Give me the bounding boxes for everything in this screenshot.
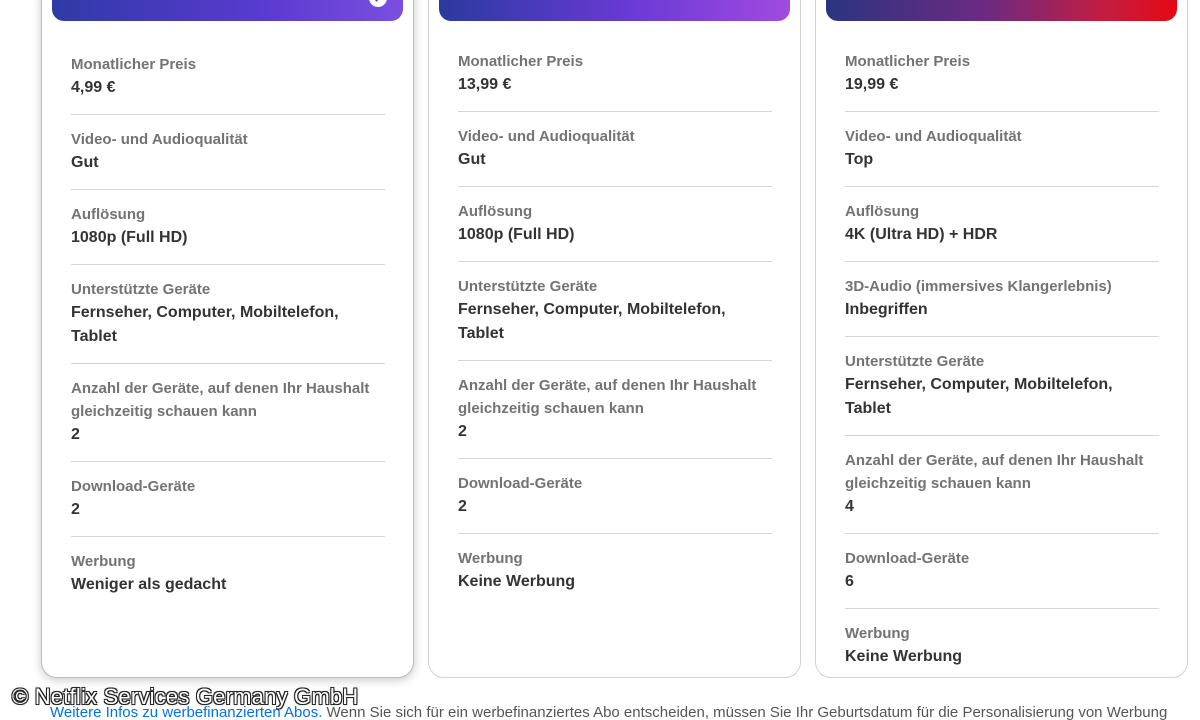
feature-value: 4,99 €: [71, 76, 385, 100]
feature-label: Monatlicher Preis: [845, 50, 1159, 73]
feature-download-devices: Download-Geräte 2: [458, 459, 772, 534]
plan-card-basic-with-ads[interactable]: Monatlicher Preis 4,99 € Video- und Audi…: [41, 0, 414, 678]
feature-label: Download-Geräte: [458, 472, 772, 495]
feature-value: 2: [458, 420, 772, 444]
ad-plan-disclaimer-text: Wenn Sie sich für ein werbefinanziertes …: [322, 704, 1167, 720]
feature-value: Fernseher, Computer, Mobiltelefon, Table…: [458, 298, 772, 346]
plan-card-header: [52, 0, 403, 21]
feature-label: Anzahl der Geräte, auf denen Ihr Haushal…: [458, 374, 772, 420]
feature-value: Fernseher, Computer, Mobiltelefon, Table…: [845, 373, 1159, 421]
feature-quality: Video- und Audioqualität Gut: [458, 112, 772, 187]
plan-features: Monatlicher Preis 19,99 € Video- und Aud…: [845, 50, 1159, 683]
feature-label: Video- und Audioqualität: [71, 128, 385, 151]
feature-monthly-price: Monatlicher Preis 19,99 €: [845, 50, 1159, 112]
feature-monthly-price: Monatlicher Preis 13,99 €: [458, 50, 772, 112]
feature-simultaneous-streams: Anzahl der Geräte, auf denen Ihr Haushal…: [71, 364, 385, 462]
feature-download-devices: Download-Geräte 6: [845, 534, 1159, 609]
feature-label: Download-Geräte: [71, 475, 385, 498]
feature-resolution: Auflösung 1080p (Full HD): [458, 187, 772, 262]
feature-label: Monatlicher Preis: [71, 53, 385, 76]
feature-label: Video- und Audioqualität: [458, 125, 772, 148]
feature-resolution: Auflösung 4K (Ultra HD) + HDR: [845, 187, 1159, 262]
feature-value: Top: [845, 148, 1159, 172]
feature-supported-devices: Unterstützte Geräte Fernseher, Computer,…: [458, 262, 772, 361]
feature-download-devices: Download-Geräte 2: [71, 462, 385, 537]
feature-label: Auflösung: [845, 200, 1159, 223]
feature-supported-devices: Unterstützte Geräte Fernseher, Computer,…: [71, 265, 385, 364]
feature-value: 4K (Ultra HD) + HDR: [845, 223, 1159, 247]
feature-value: Keine Werbung: [845, 645, 1159, 669]
feature-simultaneous-streams: Anzahl der Geräte, auf denen Ihr Haushal…: [845, 436, 1159, 534]
feature-label: Monatlicher Preis: [458, 50, 772, 73]
feature-value: 2: [71, 423, 385, 447]
feature-label: Werbung: [845, 622, 1159, 645]
feature-value: Gut: [71, 151, 385, 175]
feature-label: Unterstützte Geräte: [845, 350, 1159, 373]
feature-ads: Werbung Keine Werbung: [458, 534, 772, 608]
feature-spatial-audio: 3D-Audio (immersives Klangerlebnis) Inbe…: [845, 262, 1159, 337]
feature-ads: Werbung Weniger als gedacht: [71, 537, 385, 611]
feature-value: 1080p (Full HD): [458, 223, 772, 247]
feature-value: 4: [845, 495, 1159, 519]
feature-value: Inbegriffen: [845, 298, 1159, 322]
feature-value: 6: [845, 570, 1159, 594]
feature-monthly-price: Monatlicher Preis 4,99 €: [71, 53, 385, 115]
copyright-watermark: © Netflix Services Germany GmbH: [12, 684, 358, 710]
feature-quality: Video- und Audioqualität Top: [845, 112, 1159, 187]
feature-value: 2: [458, 495, 772, 519]
plan-card-header: [439, 0, 790, 21]
feature-label: Unterstützte Geräte: [71, 278, 385, 301]
plan-features: Monatlicher Preis 4,99 € Video- und Audi…: [71, 53, 385, 611]
feature-value: 13,99 €: [458, 73, 772, 97]
plan-card-premium[interactable]: Monatlicher Preis 19,99 € Video- und Aud…: [815, 0, 1188, 678]
feature-ads: Werbung Keine Werbung: [845, 609, 1159, 683]
feature-label: Unterstützte Geräte: [458, 275, 772, 298]
feature-label: Download-Geräte: [845, 547, 1159, 570]
feature-label: Auflösung: [71, 203, 385, 226]
feature-value: Gut: [458, 148, 772, 172]
feature-quality: Video- und Audioqualität Gut: [71, 115, 385, 190]
plan-features: Monatlicher Preis 13,99 € Video- und Aud…: [458, 50, 772, 608]
feature-value: Fernseher, Computer, Mobiltelefon, Table…: [71, 301, 385, 349]
feature-value: 2: [71, 498, 385, 522]
feature-value: 1080p (Full HD): [71, 226, 385, 250]
feature-supported-devices: Unterstützte Geräte Fernseher, Computer,…: [845, 337, 1159, 436]
feature-value: 19,99 €: [845, 73, 1159, 97]
check-circle-icon: [369, 0, 387, 7]
feature-label: Werbung: [71, 550, 385, 573]
feature-label: Auflösung: [458, 200, 772, 223]
feature-label: Anzahl der Geräte, auf denen Ihr Haushal…: [845, 449, 1159, 495]
feature-label: 3D-Audio (immersives Klangerlebnis): [845, 275, 1159, 298]
feature-value: Keine Werbung: [458, 570, 772, 594]
feature-simultaneous-streams: Anzahl der Geräte, auf denen Ihr Haushal…: [458, 361, 772, 459]
feature-label: Video- und Audioqualität: [845, 125, 1159, 148]
feature-label: Anzahl der Geräte, auf denen Ihr Haushal…: [71, 377, 385, 423]
feature-value: Weniger als gedacht: [71, 573, 385, 597]
feature-resolution: Auflösung 1080p (Full HD): [71, 190, 385, 265]
plan-card-header: [826, 0, 1177, 21]
plan-card-standard[interactable]: Monatlicher Preis 13,99 € Video- und Aud…: [428, 0, 801, 678]
feature-label: Werbung: [458, 547, 772, 570]
